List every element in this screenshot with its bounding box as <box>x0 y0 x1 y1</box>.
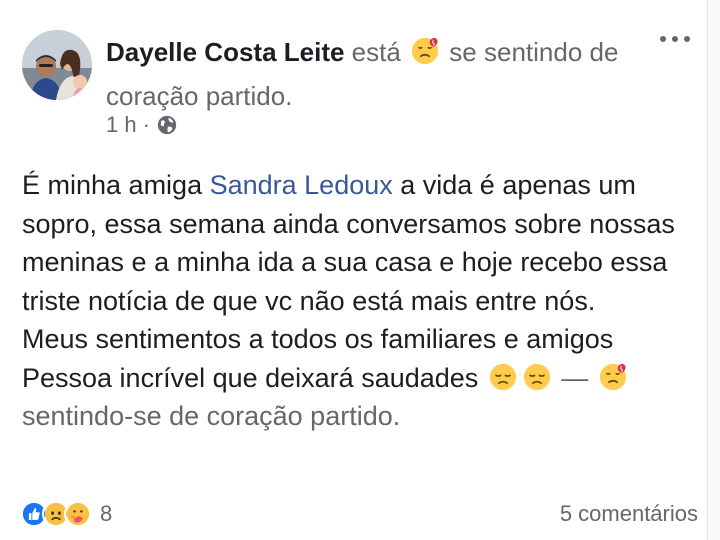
facebook-post: Dayelle Costa Leite está se sentindo de … <box>0 0 720 540</box>
body-before-mention: É minha amiga <box>22 170 210 200</box>
reactions-summary[interactable]: 8 <box>20 500 112 528</box>
more-dot <box>672 36 678 42</box>
post-footer: 8 5 comentários <box>20 498 698 530</box>
more-dot <box>660 36 666 42</box>
more-dot <box>684 36 690 42</box>
post-header: Dayelle Costa Leite está se sentindo de … <box>106 30 626 118</box>
body-line-saudades: Pessoa incrível que deixará saudades — <box>22 359 702 398</box>
comments-count-link[interactable]: 5 comentários <box>560 501 698 527</box>
adjacent-panel-edge <box>707 0 720 540</box>
post-meta: 1 h · <box>106 112 178 138</box>
reaction-count: 8 <box>100 501 113 526</box>
disappointed-face-icon <box>523 363 550 390</box>
feeling-line: sentindo-se de coração partido. <box>22 401 401 431</box>
post-body: É minha amiga Sandra Ledoux a vida é ape… <box>22 166 702 436</box>
globe-icon[interactable] <box>156 114 178 136</box>
mentioned-user-link[interactable]: Sandra Ledoux <box>210 170 393 200</box>
body-paragraph-1: É minha amiga Sandra Ledoux a vida é ape… <box>22 166 702 320</box>
body-saudades-text: Pessoa incrível que deixará saudades <box>22 362 479 393</box>
post-time[interactable]: 1 h <box>106 112 137 138</box>
care-icon <box>64 500 92 528</box>
header-line: Dayelle Costa Leite está se sentindo de … <box>106 30 626 118</box>
meta-separator: · <box>142 112 150 137</box>
feeling-dash: — <box>553 362 596 393</box>
feeling-prefix: está <box>351 37 401 67</box>
author-name[interactable]: Dayelle Costa Leite <box>106 37 344 67</box>
more-options-button[interactable] <box>660 36 690 42</box>
author-avatar[interactable] <box>22 30 92 100</box>
disappointed-face-icon <box>489 363 516 390</box>
broken-heart-face-icon <box>599 363 626 390</box>
avatar-photo-icon <box>22 30 92 100</box>
broken-heart-face-icon <box>411 37 439 65</box>
body-line-sentiments: Meus sentimentos a todos os familiares e… <box>22 324 614 354</box>
